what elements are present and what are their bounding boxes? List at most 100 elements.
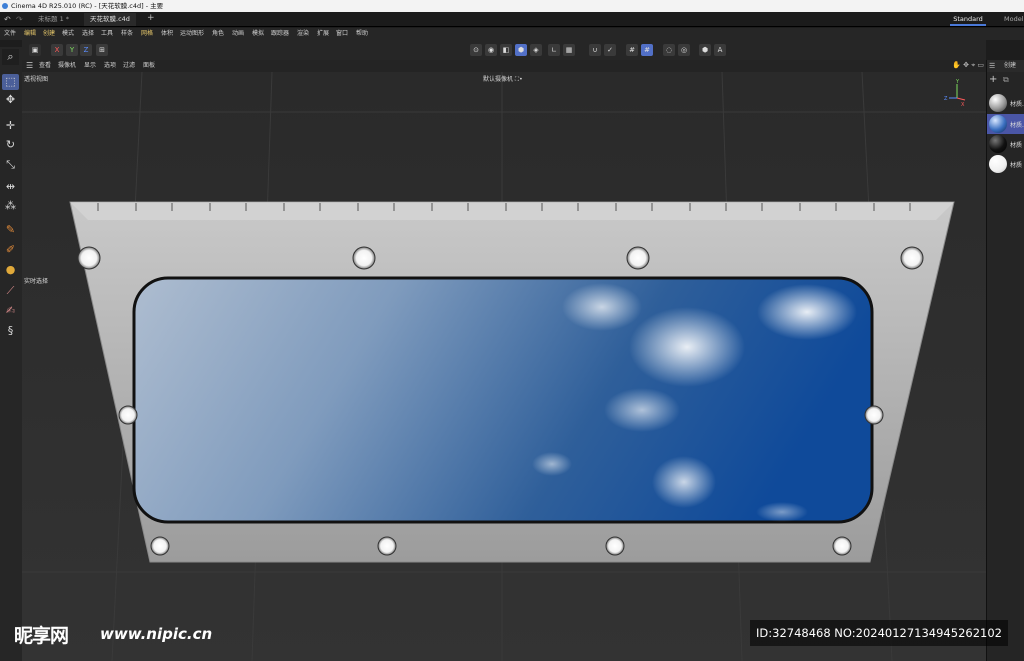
render-settings-icon[interactable]: ⬢ (699, 44, 711, 56)
menu-mode[interactable]: 模式 (62, 28, 74, 40)
undo-icon[interactable]: ↶ (4, 15, 11, 24)
z-axis-label: Z (83, 46, 89, 54)
rotate-tool-icon[interactable]: ↻ (2, 137, 19, 153)
material-preview-blue (989, 115, 1007, 133)
menu-mograph[interactable]: 运动图形 (180, 28, 204, 40)
tab-untitled-label: 未标题 1 * (38, 15, 70, 23)
search-icon[interactable]: ⌕ (2, 49, 19, 65)
material-label: 材质 (1010, 142, 1023, 149)
primitive-icon[interactable]: ● (2, 262, 19, 278)
viewport-nav-icons[interactable]: ✋ ✥ ⌖ ▭ (952, 61, 984, 70)
snap-magnet-icon[interactable]: ∪ (589, 44, 601, 56)
top-toolbar: ▣ X Y Z ⊞ ⊙ ◉ ◧ ⬢ ◈ ∟ ▦ ∪ ✓ # # ◌ ◎ ⬢ A (22, 40, 986, 60)
material-label: 材质 (1010, 162, 1023, 169)
vm-filter[interactable]: 过滤 (123, 60, 135, 72)
menu-tools[interactable]: 工具 (101, 28, 113, 40)
tab-untitled[interactable]: 未标题 1 * (32, 13, 75, 26)
x-axis-lock[interactable]: X (51, 44, 63, 56)
play-icon[interactable]: ⊙ (470, 44, 482, 56)
add-material-icon[interactable]: + (989, 74, 997, 85)
texture-mode-icon[interactable]: ▦ (563, 44, 575, 56)
material-options-icon[interactable]: ⧉ (1003, 75, 1009, 85)
hamburger-icon[interactable]: ☰ (26, 62, 33, 70)
layout-standard[interactable]: Standard (950, 14, 986, 26)
realtime-select-label: 实时选择 (24, 278, 49, 285)
material-item[interactable]: 材质 (987, 154, 1024, 174)
sketch-icon[interactable]: ✐ (2, 242, 19, 258)
menu-tracker[interactable]: 跟踪器 (271, 28, 289, 40)
menu-select[interactable]: 选择 (82, 28, 94, 40)
cinema4d-app-icon (2, 3, 8, 9)
sculpt-icon[interactable]: § (2, 323, 19, 339)
coordinate-system-icon[interactable]: ⊞ (96, 44, 108, 56)
vm-view[interactable]: 查看 (39, 60, 51, 72)
vm-options[interactable]: 选项 (104, 60, 116, 72)
menu-render[interactable]: 渲染 (297, 28, 309, 40)
z-axis-lock[interactable]: Z (80, 44, 92, 56)
camera-label[interactable]: 默认摄像机 ⛶• (483, 74, 523, 84)
uv-mode-icon[interactable]: ◈ (530, 44, 542, 56)
left-toolbar: ⌕ ⬚ ✥ ✛ ↻ ⤡ ⇹ ⁂ ✎ ✐ ● ⟋ ✍ § (0, 47, 22, 661)
polygon-mode-icon[interactable]: ⬢ (515, 44, 527, 56)
viewport-label: 透视视图 (24, 76, 49, 83)
layout-model[interactable]: Model (1004, 14, 1024, 25)
axis-mode-icon[interactable]: ∟ (548, 44, 560, 56)
menu-volume[interactable]: 体积 (161, 28, 173, 40)
brush-icon[interactable]: ⟋ (2, 283, 19, 299)
tab-tianhua[interactable]: 天花软膜.c4d (84, 13, 136, 26)
move-tool-icon[interactable]: ✛ (2, 118, 19, 134)
y-axis-label: Y (69, 46, 75, 54)
transform-tool-icon[interactable]: ⇹ (2, 179, 19, 195)
scale-tool-icon[interactable]: ⤡ (2, 157, 19, 173)
spline-pen-icon[interactable]: ✎ (2, 222, 19, 238)
axis-gizmo: Y X Z (937, 78, 967, 108)
document-tabbar: ↶ ↷ 未标题 1 * 天花软膜.c4d + Standard Model (0, 12, 1024, 27)
workplane-icon[interactable]: # (641, 44, 653, 56)
grid-snap-icon[interactable]: # (626, 44, 638, 56)
material-label: 材质.2 (1010, 101, 1024, 108)
snap-settings-icon[interactable]: ✓ (604, 44, 616, 56)
new-tab-button[interactable]: + (147, 13, 155, 23)
window-title: Cinema 4D R25.010 (RC) - [天花软膜.c4d] - 主要 (11, 2, 164, 10)
material-preview-black (989, 135, 1007, 153)
model-mode-icon[interactable]: ▣ (29, 44, 41, 56)
tab-tianhua-label: 天花软膜.c4d (90, 15, 130, 23)
menu-window[interactable]: 窗口 (336, 28, 348, 40)
menu-extensions[interactable]: 扩展 (317, 28, 329, 40)
menu-edit[interactable]: 编辑 (24, 28, 36, 40)
perspective-viewport[interactable]: 透视视图 默认摄像机 ⛶• 实时选择 Y X Z (22, 72, 986, 661)
menu-mesh[interactable]: 网格 (141, 28, 153, 40)
menu-character[interactable]: 角色 (212, 28, 224, 40)
render-view-icon[interactable]: ◎ (678, 44, 690, 56)
vm-panel[interactable]: 面板 (143, 60, 155, 72)
redo-icon[interactable]: ↷ (16, 15, 23, 24)
viewport-scene (22, 72, 986, 661)
vm-cameras[interactable]: 摄像机 (58, 60, 76, 72)
panel-hamburger-icon[interactable]: ☰ (989, 60, 995, 72)
point-mode-icon[interactable]: ◉ (485, 44, 497, 56)
material-create-menu[interactable]: 创建 (1004, 60, 1016, 72)
menu-animate[interactable]: 动画 (232, 28, 244, 40)
y-axis-lock[interactable]: Y (66, 44, 78, 56)
material-preview-gray (989, 94, 1007, 112)
menu-spline[interactable]: 样条 (121, 28, 133, 40)
render-region-icon[interactable]: ◌ (663, 44, 675, 56)
edge-mode-icon[interactable]: ◧ (500, 44, 512, 56)
menu-help[interactable]: 帮助 (356, 28, 368, 40)
render-picture-icon[interactable]: A (714, 44, 726, 56)
select-tool-icon[interactable]: ⬚ (2, 74, 19, 90)
x-axis-label: X (54, 46, 60, 54)
material-item[interactable]: 材质.2 (987, 93, 1024, 113)
material-item[interactable]: 材质 (987, 134, 1024, 154)
live-selection-icon[interactable]: ✥ (2, 92, 19, 108)
material-item-selected[interactable]: 材质.1 (987, 114, 1024, 134)
material-label: 材质.1 (1010, 122, 1024, 129)
axis-y-label: Y (955, 79, 960, 85)
paint-icon[interactable]: ✍ (2, 303, 19, 319)
menu-simulate[interactable]: 模拟 (252, 28, 264, 40)
menu-file[interactable]: 文件 (4, 28, 16, 40)
watermark-id: ID:32748468 NO:20240127134945262102 (750, 620, 1008, 646)
coord-tool-icon[interactable]: ⁂ (2, 198, 19, 214)
vm-display[interactable]: 显示 (84, 60, 96, 72)
menu-create[interactable]: 创建 (43, 28, 55, 40)
